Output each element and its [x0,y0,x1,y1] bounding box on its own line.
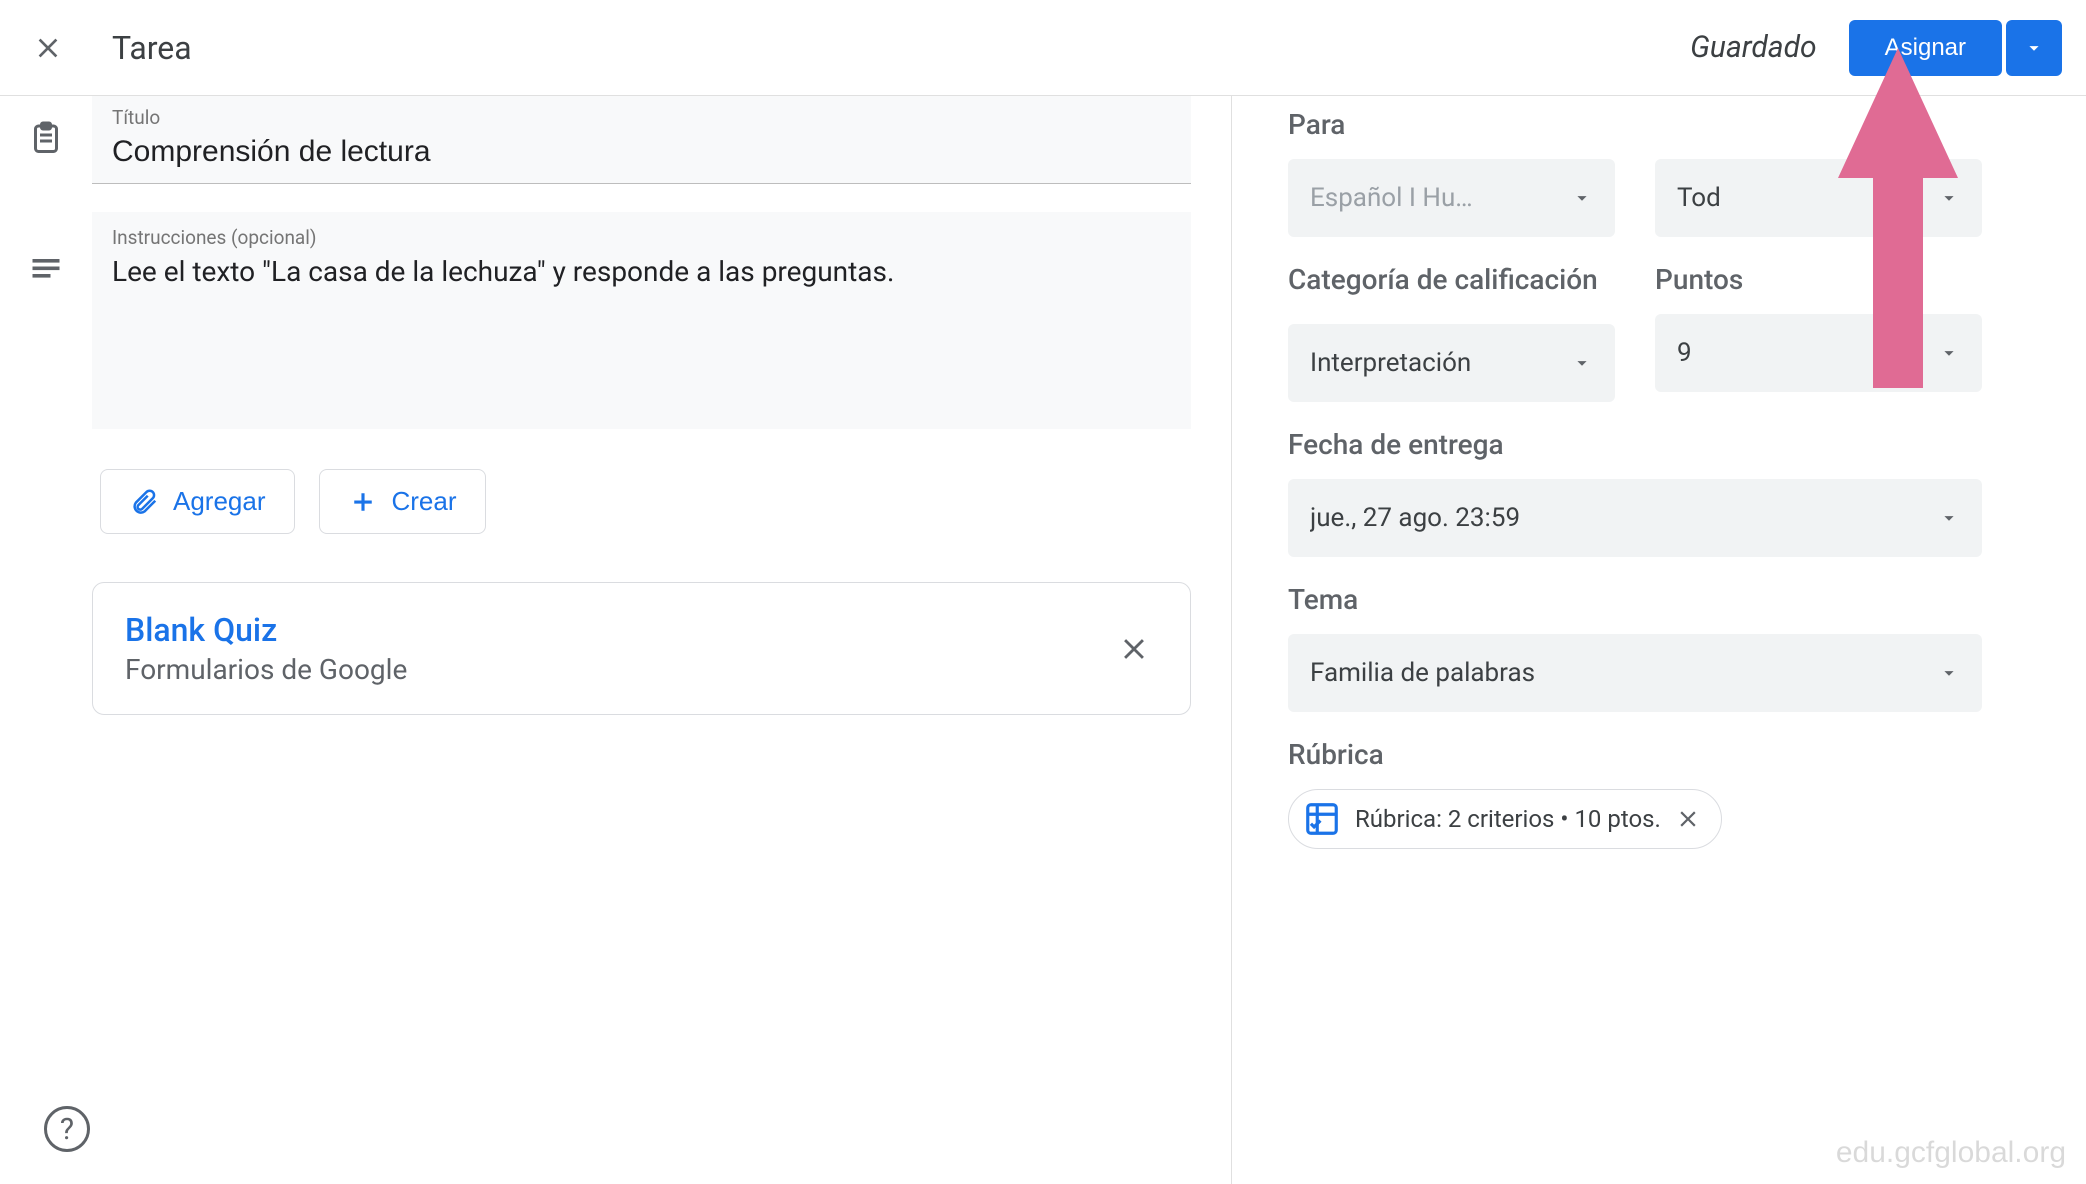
assignment-icon [28,120,64,160]
caret-down-icon [1938,342,1960,364]
topic-value: Familia de palabras [1310,658,1535,688]
due-date-select[interactable]: jue., 27 ago. 23:59 [1288,479,1982,557]
grade-category-select[interactable]: Interpretación [1288,324,1615,402]
text-lines-icon [28,250,64,290]
rubric-chip[interactable]: Rúbrica: 2 criterios • 10 ptos. [1288,789,1722,849]
rubric-icon [1303,800,1341,838]
saved-status: Guardado [1690,30,1817,65]
close-button[interactable] [24,24,72,72]
attachment-info: Blank Quiz Formularios de Google [125,611,1086,686]
assign-button-group: Asignar [1849,20,2062,76]
title-input[interactable] [112,135,1171,169]
caret-down-icon [1571,352,1593,374]
instructions-field[interactable]: Instrucciones (opcional) [92,212,1191,429]
caret-down-icon [1938,662,1960,684]
page-title: Tarea [112,29,192,67]
add-button[interactable]: Agregar [100,469,295,534]
caret-down-icon [2023,37,2045,59]
settings-panel: Para Español I Hu… Tod Categoría de cali… [1232,96,2022,1184]
class-select[interactable]: Español I Hu… [1288,159,1615,237]
caret-down-icon [1571,187,1593,209]
topic-label: Tema [1288,583,1982,616]
rubric-label: Rúbrica [1288,738,1982,771]
title-label: Título [112,106,1171,129]
points-label: Puntos [1655,263,1982,296]
points-value: 9 [1677,338,1692,368]
instructions-label: Instrucciones (opcional) [112,226,1171,249]
create-button[interactable]: Crear [319,469,486,534]
rubric-chip-text: Rúbrica: 2 criterios • 10 ptos. [1355,805,1661,833]
add-button-label: Agregar [173,486,266,517]
close-icon [32,32,64,64]
instructions-input[interactable] [112,255,1171,365]
topbar: Tarea Guardado Asignar [0,0,2086,96]
points-select[interactable]: 9 [1655,314,1982,392]
grade-category-label: Categoría de calificación [1288,263,1615,296]
help-button[interactable]: ? [44,1106,90,1152]
left-rail [0,96,92,1184]
question-mark-icon: ? [60,1112,74,1147]
for-label: Para [1288,108,1982,141]
watermark: edu.gcfglobal.org [1836,1136,2066,1170]
students-select[interactable]: Tod [1655,159,1982,237]
content-area: Título Instrucciones (opcional) Agregar … [0,96,2086,1184]
assign-button[interactable]: Asignar [1849,20,2002,76]
close-icon [1117,632,1151,666]
assign-dropdown-button[interactable] [2006,20,2062,76]
plus-icon [348,487,378,517]
attachment-subtitle: Formularios de Google [125,653,1086,686]
due-date-label: Fecha de entrega [1288,428,1982,461]
attachment-actions: Agregar Crear [92,469,1191,534]
title-field[interactable]: Título [92,96,1191,184]
attachment-remove-button[interactable] [1110,625,1158,673]
due-date-value: jue., 27 ago. 23:59 [1310,503,1520,533]
caret-down-icon [1938,187,1960,209]
main-column: Título Instrucciones (opcional) Agregar … [92,96,1232,1184]
grade-category-value: Interpretación [1310,348,1471,378]
attachment-title[interactable]: Blank Quiz [125,611,1086,649]
class-select-value: Español I Hu… [1310,183,1473,213]
attachment-icon [129,487,159,517]
students-select-value: Tod [1677,183,1721,213]
attachment-card[interactable]: Blank Quiz Formularios de Google [92,582,1191,715]
create-button-label: Crear [392,486,457,517]
close-icon[interactable] [1675,806,1701,832]
topic-select[interactable]: Familia de palabras [1288,634,1982,712]
caret-down-icon [1938,507,1960,529]
